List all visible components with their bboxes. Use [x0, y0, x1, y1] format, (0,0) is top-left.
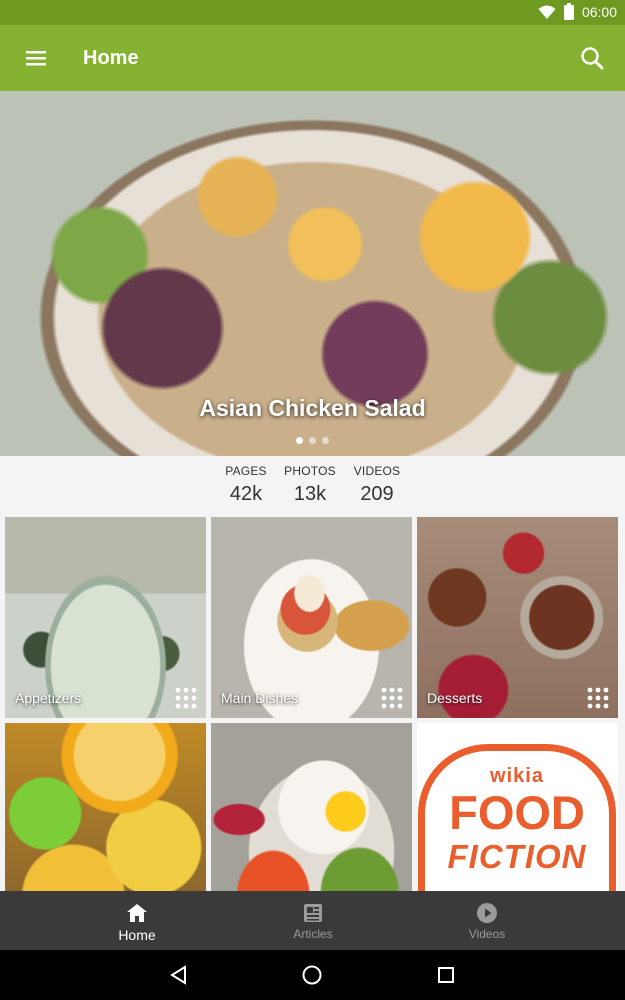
wiki-stats: PAGES 42k PHOTOS 13k VIDEOS 209: [0, 456, 625, 514]
carousel-dot: [296, 437, 303, 444]
nav-articles[interactable]: Articles: [258, 891, 368, 950]
tile-label: Main Dishes: [221, 690, 299, 706]
hero-carousel[interactable]: Asian Chicken Salad: [0, 91, 625, 456]
nav-label: Articles: [293, 927, 333, 941]
status-icons: 06:00: [538, 3, 617, 20]
logo-wikia: wikia: [490, 765, 544, 787]
stat-value: 209: [360, 483, 394, 505]
gallery-grid-icon: [175, 687, 197, 709]
category-grid: Appetizers Main Dishes Desserts wikia FO…: [5, 517, 619, 891]
logo-food: FOOD: [449, 786, 585, 839]
status-time: 06:00: [581, 3, 617, 20]
tile-label: Appetizers: [15, 690, 82, 706]
stat-pages: PAGES 42k: [221, 464, 271, 506]
carousel-dot: [309, 437, 316, 444]
nav-label: Videos: [468, 927, 506, 941]
nav-home[interactable]: Home: [82, 891, 192, 950]
stat-photos: PHOTOS 13k: [282, 464, 338, 506]
search-icon[interactable]: [579, 45, 605, 71]
stat-label: PAGES: [225, 464, 267, 478]
tile-label: Desserts: [427, 690, 483, 706]
gallery-grid-icon: [381, 687, 403, 709]
home-icon: [127, 904, 147, 922]
stat-label: VIDEOS: [353, 464, 401, 478]
back-icon[interactable]: [168, 964, 190, 986]
page-title: Home: [83, 47, 139, 69]
logo-fiction: FICTION: [447, 838, 587, 875]
stat-label: PHOTOS: [284, 464, 336, 478]
carousel-dot: [322, 437, 329, 444]
system-navigation: [0, 950, 625, 1000]
category-tile-main-dishes[interactable]: Main Dishes: [211, 517, 412, 718]
hero-title: Asian Chicken Salad: [199, 395, 426, 421]
stat-videos: VIDEOS 209: [350, 464, 404, 506]
stat-value: 42k: [229, 483, 263, 505]
nav-videos[interactable]: Videos: [432, 891, 542, 950]
food-fiction-logo: wikia FOOD FICTION: [418, 744, 616, 891]
nav-label: Home: [118, 927, 156, 943]
gallery-grid-icon: [587, 687, 609, 709]
home-circle-icon[interactable]: [301, 964, 323, 986]
category-tile-bowls[interactable]: [211, 723, 412, 891]
bottom-navigation: Home Articles Videos: [0, 891, 625, 950]
category-tile-drinks[interactable]: [5, 723, 206, 891]
app-bar: Home: [0, 25, 625, 91]
articles-icon: [304, 904, 322, 922]
category-tile-desserts[interactable]: Desserts: [417, 517, 618, 718]
status-bar: 06:00: [0, 0, 625, 25]
category-tile-food-fiction[interactable]: wikia FOOD FICTION: [417, 723, 618, 891]
carousel-indicator: [0, 437, 625, 444]
wifi-icon: [538, 5, 556, 19]
menu-icon[interactable]: [22, 46, 52, 70]
category-tile-appetizers[interactable]: Appetizers: [5, 517, 206, 718]
recents-icon[interactable]: [435, 964, 457, 986]
play-icon: [477, 903, 497, 923]
battery-icon: [563, 3, 574, 20]
stat-value: 13k: [293, 483, 327, 505]
